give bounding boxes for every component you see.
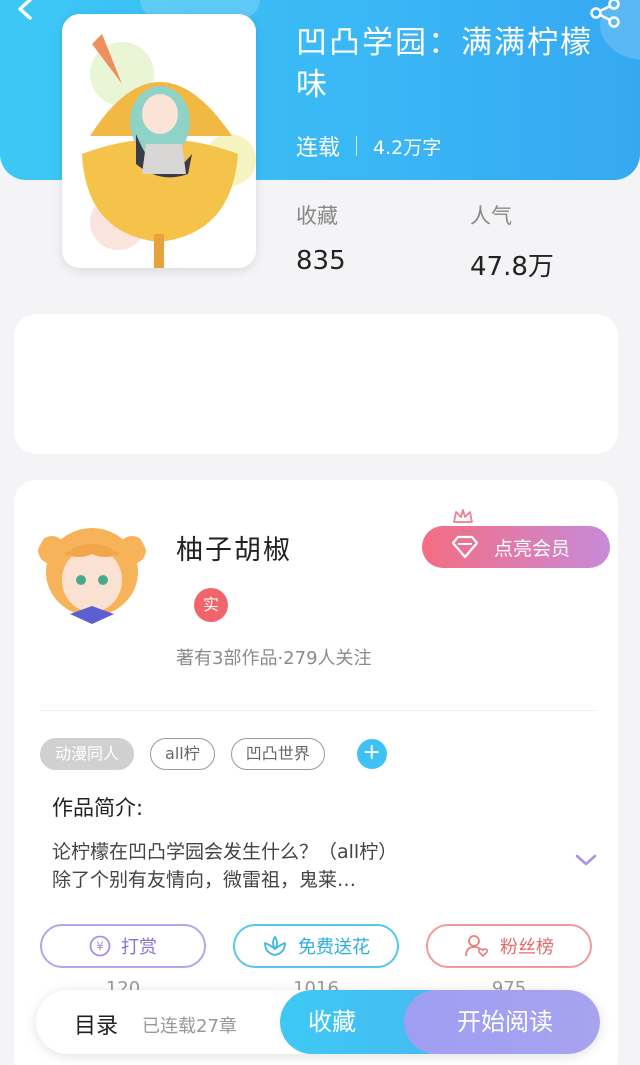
vip-button[interactable]: 点亮会员	[422, 509, 610, 568]
bottom-action-bar: 目录 已连载27章 收藏 开始阅读	[36, 990, 600, 1054]
action-buttons: ¥ 打赏 免费送花 粉丝榜	[40, 924, 592, 968]
intro-line: 除了个别有友情向，微雷祖，鬼莱…	[52, 869, 357, 891]
intro-heading: 作品简介:	[52, 796, 144, 820]
start-reading-button[interactable]: 开始阅读	[404, 990, 600, 1054]
stat-popularity: 人气 47.8万	[470, 200, 554, 283]
cover-illustration	[62, 14, 256, 268]
serial-status: 连载	[296, 136, 341, 161]
yen-icon: ¥	[89, 935, 111, 957]
intro-line: 论柠檬在凹凸学园会发生什么？（all柠）	[52, 841, 398, 863]
add-tag-icon[interactable]: +	[356, 739, 387, 769]
stat-label: 人气	[470, 204, 512, 228]
flower-icon	[264, 935, 286, 956]
verified-badge: 实	[194, 588, 228, 622]
tag-item[interactable]: all柠	[150, 738, 215, 770]
tag-item[interactable]: 动漫同人	[40, 738, 135, 770]
serial-chapter-count: 已连载27章	[142, 1016, 237, 1037]
book-title: 凹凸学园：满满柠檬味	[296, 25, 593, 103]
tag-list: 动漫同人 all柠 凹凸世界 +	[40, 738, 387, 770]
divider	[356, 136, 358, 156]
crown-icon	[453, 509, 473, 523]
reward-button[interactable]: ¥ 打赏	[40, 924, 206, 968]
diamond-icon	[451, 535, 479, 559]
fans-ranking-button[interactable]: 粉丝榜	[426, 924, 592, 968]
reward-label: 打赏	[121, 937, 157, 958]
author-meta: 著有3部作品·279人关注	[176, 648, 372, 669]
tag-item[interactable]: 凹凸世界	[230, 738, 325, 770]
word-count: 4.2万字	[373, 136, 442, 159]
svg-text:¥: ¥	[96, 940, 104, 954]
vip-button-label: 点亮会员	[494, 537, 571, 560]
stat-value: 835	[296, 246, 346, 276]
send-flower-label: 免费送花	[298, 937, 370, 958]
chevron-down-icon[interactable]	[574, 852, 598, 868]
user-heart-icon	[465, 935, 489, 958]
intro-text: 论柠檬在凹凸学园会发生什么？（all柠） 除了个别有友情向，微雷祖，鬼莱…	[52, 838, 552, 894]
stat-value: 47.8万	[470, 252, 554, 282]
fans-ranking-label: 粉丝榜	[500, 937, 554, 958]
author-card: 柚子胡椒 实 著有3部作品·279人关注 点亮会员 动漫同人 all柠 凹凸世界…	[14, 480, 618, 1065]
stat-label: 收藏	[296, 204, 338, 228]
stat-favorites: 收藏 835	[296, 200, 346, 276]
chevron-left-icon[interactable]	[10, 0, 40, 24]
send-flower-button[interactable]: 免费送花	[233, 924, 399, 968]
book-cover[interactable]	[62, 14, 256, 268]
divider	[40, 710, 596, 711]
table-of-contents-link[interactable]: 目录	[74, 1008, 118, 1040]
author-avatar-illustration	[34, 514, 150, 626]
author-name[interactable]: 柚子胡椒	[176, 528, 292, 567]
avatar[interactable]	[34, 514, 150, 626]
book-meta: 连载 4.2万字	[296, 130, 441, 162]
empty-card	[14, 314, 618, 454]
